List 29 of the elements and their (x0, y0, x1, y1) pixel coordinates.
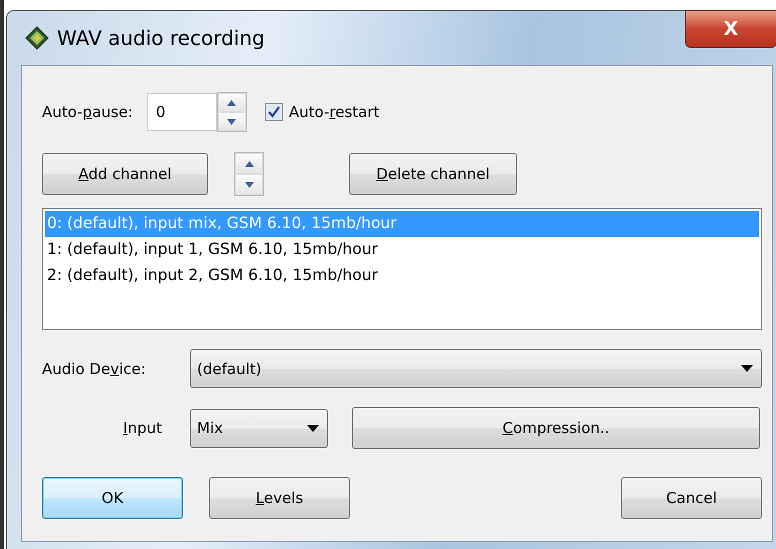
add-channel-button[interactable]: Add channel (42, 153, 208, 195)
audio-device-label: Audio Device: (42, 360, 147, 378)
move-up-button[interactable] (235, 153, 263, 174)
dropdown-arrow-icon (307, 424, 319, 432)
close-button[interactable]: X (685, 10, 776, 48)
audio-device-dropdown[interactable]: (default) (190, 349, 762, 388)
up-arrow-icon (227, 100, 236, 106)
auto-restart-label: Auto-restart (288, 103, 380, 121)
down-arrow-icon (244, 182, 254, 188)
down-arrow-icon (227, 118, 236, 124)
up-arrow-icon (244, 160, 254, 166)
dialog-button[interactable]: Cancel (621, 477, 762, 519)
dialog-button[interactable]: OK (42, 477, 183, 519)
auto-pause-label: Auto-pause: (42, 103, 133, 121)
auto-pause-field[interactable]: 0 (146, 93, 217, 131)
auto-restart-checkbox[interactable] (264, 103, 283, 121)
input-label: Input (122, 419, 163, 437)
spin-up-button[interactable] (218, 93, 246, 112)
diamond-icon (25, 26, 49, 50)
window-title: WAV audio recording (57, 26, 265, 50)
input-dropdown[interactable]: Mix (190, 408, 328, 448)
channel-item[interactable]: 1: (default), input 1, GSM 6.10, 15mb/hour (45, 237, 759, 263)
move-down-button[interactable] (235, 174, 263, 195)
compression-button[interactable]: Compression.. (352, 407, 760, 449)
channel-item[interactable]: 2: (default), input 2, GSM 6.10, 15mb/hour (45, 263, 759, 289)
dropdown-arrow-icon (741, 365, 753, 372)
delete-channel-button[interactable]: Delete channel (349, 153, 517, 195)
dialog-button[interactable]: Levels (209, 477, 350, 519)
spin-down-button[interactable] (218, 112, 246, 131)
